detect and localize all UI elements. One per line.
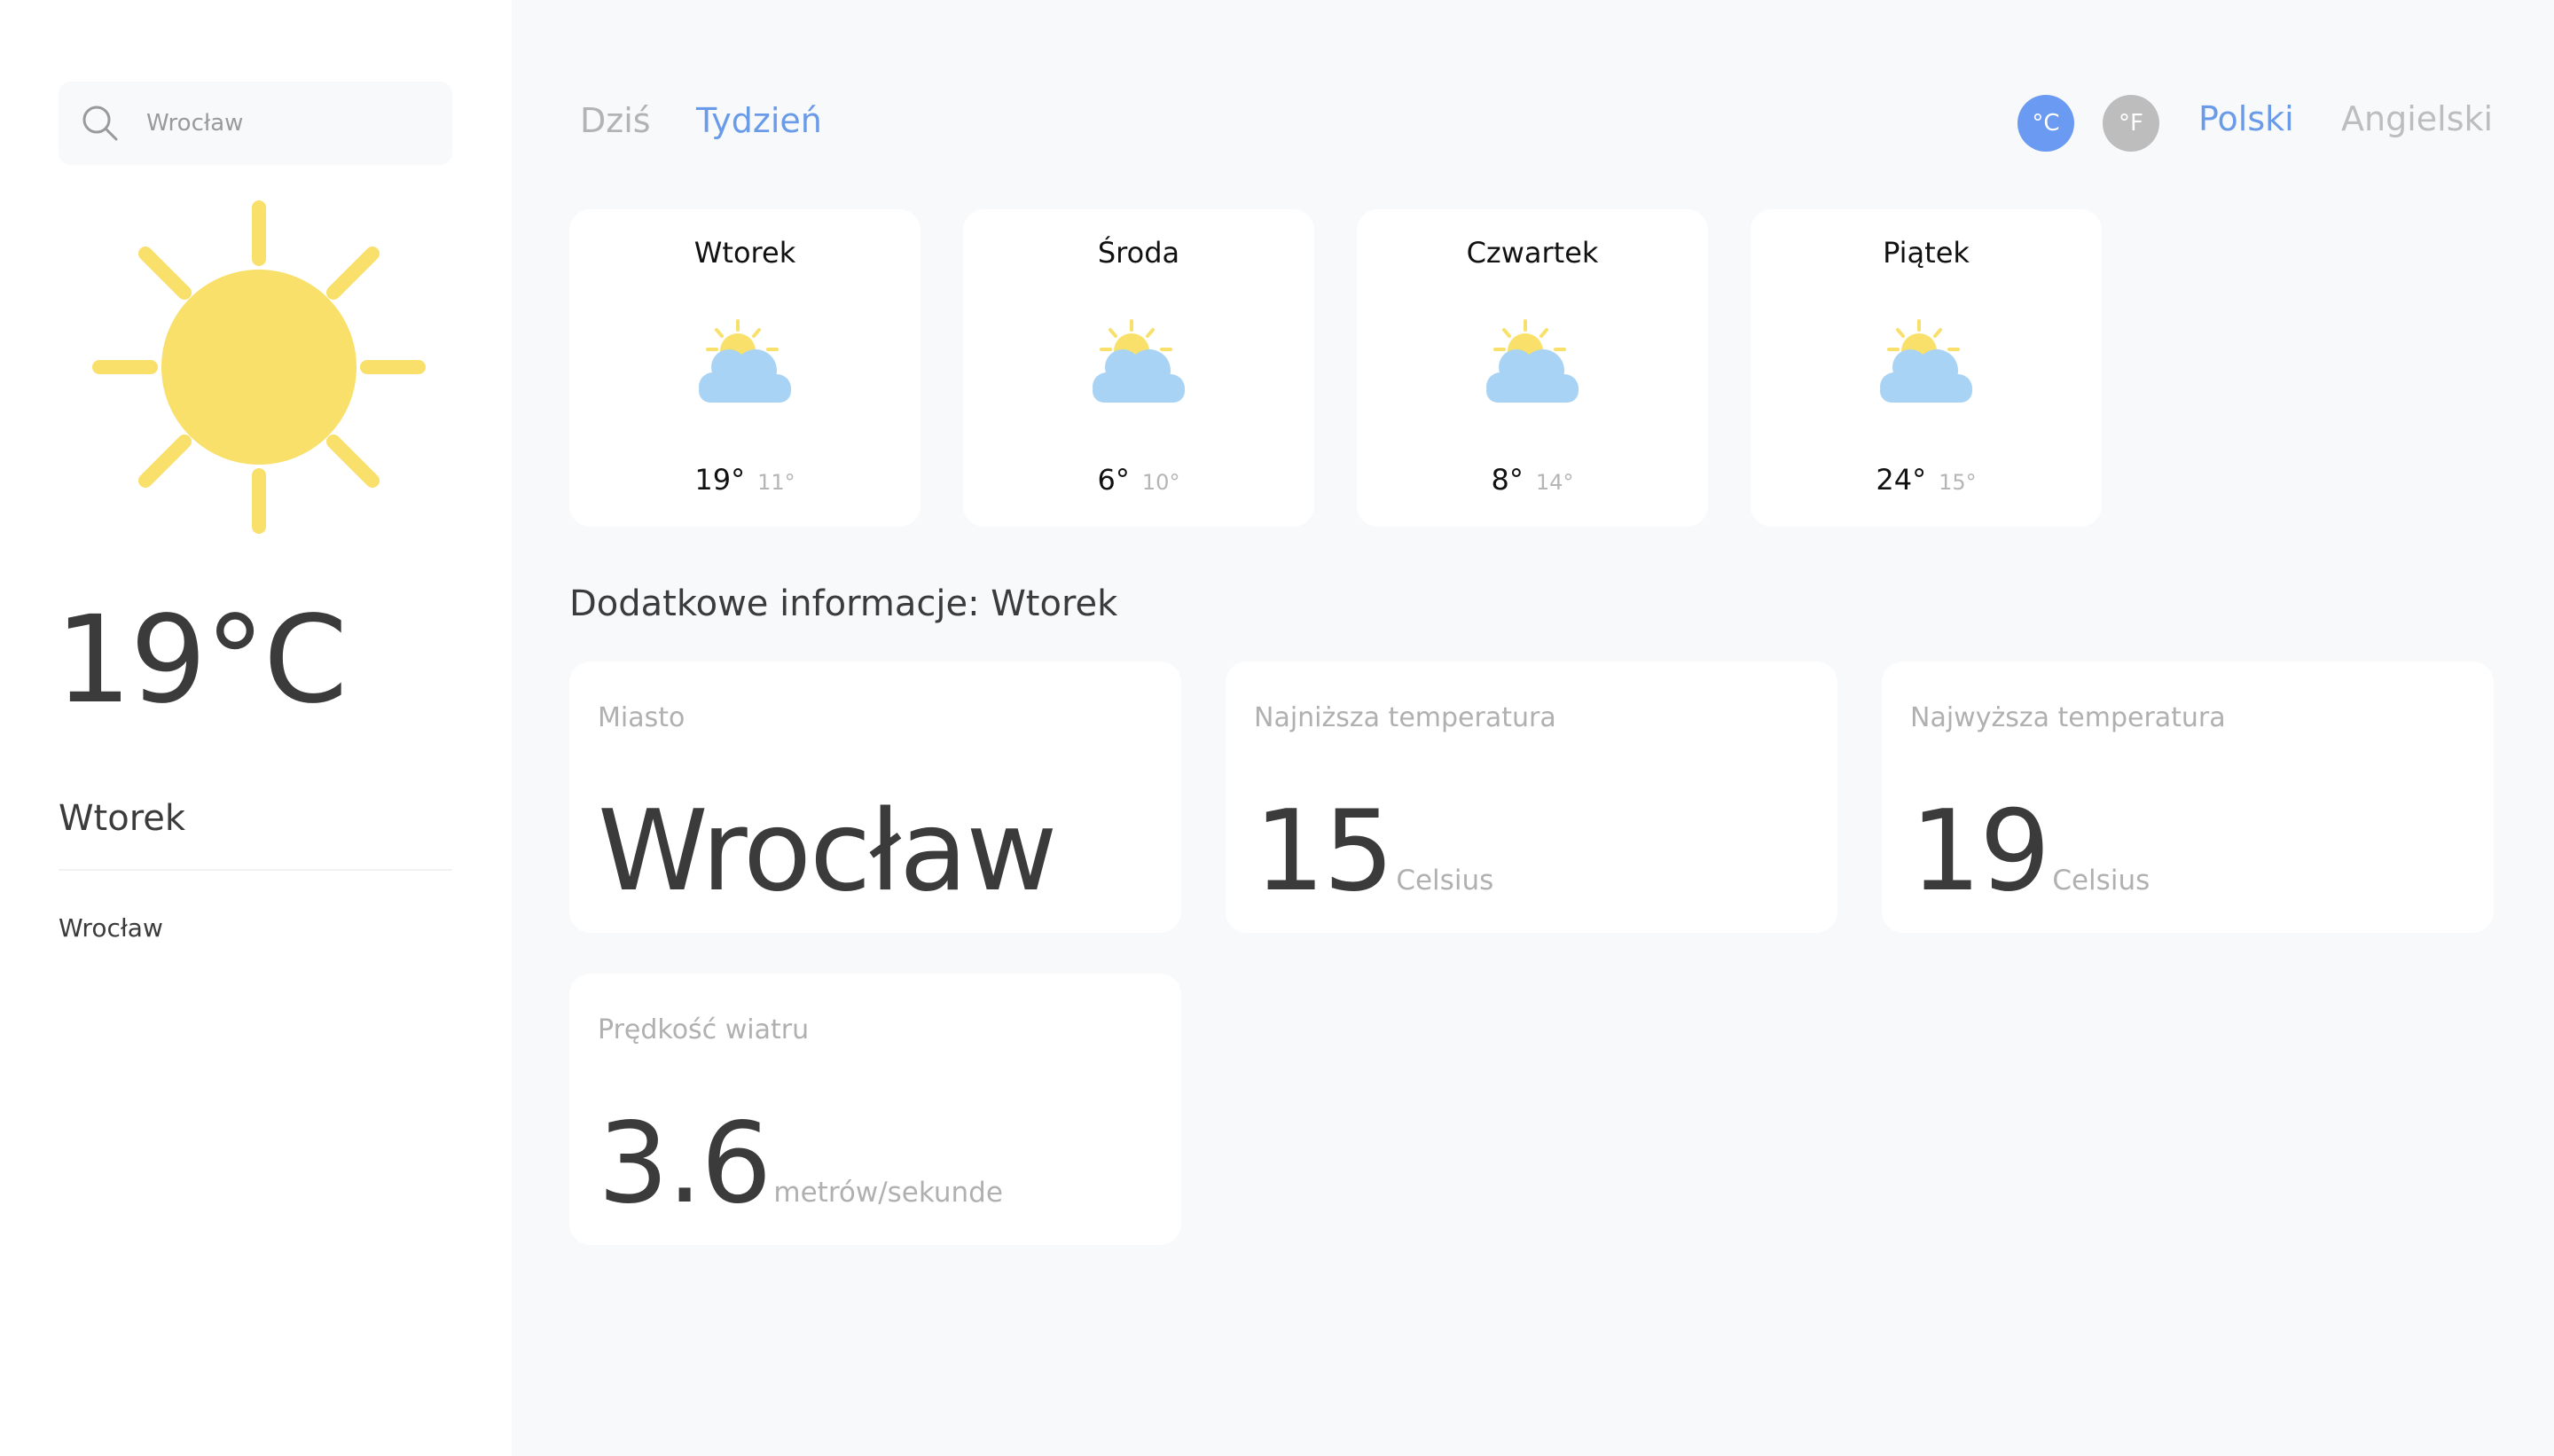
forecast-min: 10° <box>1141 470 1180 495</box>
max-temperature-unit: Celsius <box>2052 865 2151 896</box>
forecast-card-thursday[interactable]: Czwartek 8° 14° <box>1357 209 1708 527</box>
wind-speed-label: Prędkość wiatru <box>598 1014 810 1045</box>
forecast-min: 11° <box>757 470 795 495</box>
partly-cloudy-icon <box>1880 319 1972 403</box>
celsius-button[interactable]: °C <box>2017 95 2074 152</box>
forecast-temps: 19° 11° <box>569 463 921 497</box>
forecast-day: Piątek <box>1883 236 1970 270</box>
sun-icon <box>92 200 426 534</box>
wind-speed-value-wrap: 3.6 metrów/sekunde <box>598 1101 1003 1255</box>
forecast-day: Środa <box>1097 236 1180 270</box>
partly-cloudy-icon <box>1093 319 1185 403</box>
city-card: Miasto Wrocław <box>569 661 1181 933</box>
max-temperature-value: 19 <box>1910 786 2050 916</box>
fahrenheit-button[interactable]: °F <box>2103 95 2159 152</box>
min-temperature-unit: Celsius <box>1396 865 1494 896</box>
max-temperature-value-wrap: 19 Celsius <box>1910 789 2150 943</box>
forecast-day: Czwartek <box>1466 236 1599 270</box>
search-icon <box>82 106 118 141</box>
tab-today[interactable]: Dziś <box>580 101 651 140</box>
wind-speed-value: 3.6 <box>598 1098 772 1228</box>
forecast-max: 6° <box>1097 463 1130 497</box>
forecast-card-friday[interactable]: Piątek 24° 15° <box>1751 209 2102 527</box>
min-temperature-value-wrap: 15 Celsius <box>1254 789 1493 943</box>
wind-speed-card: Prędkość wiatru 3.6 metrów/sekunde <box>569 974 1181 1245</box>
min-temperature-label: Najniższa temperatura <box>1254 702 1556 733</box>
max-temperature-card: Najwyższa temperatura 19 Celsius <box>1882 661 2494 933</box>
current-city: Wrocław <box>59 913 163 943</box>
min-temperature-card: Najniższa temperatura 15 Celsius <box>1226 661 1837 933</box>
divider <box>59 869 452 871</box>
forecast-temps: 8° 14° <box>1357 463 1708 497</box>
forecast-card-wednesday[interactable]: Środa 6° 10° <box>963 209 1314 527</box>
language-polish[interactable]: Polski <box>2198 99 2294 138</box>
forecast-min: 15° <box>1939 470 1977 495</box>
search-box[interactable]: Wrocław <box>59 82 452 165</box>
partly-cloudy-icon <box>699 319 791 403</box>
min-temperature-value: 15 <box>1254 786 1394 916</box>
forecast-day: Wtorek <box>693 236 796 270</box>
city-value: Wrocław <box>598 786 1057 916</box>
forecast-max: 8° <box>1491 463 1524 497</box>
details-title: Dodatkowe informacje: Wtorek <box>569 583 1118 624</box>
city-label: Miasto <box>598 702 686 733</box>
current-day: Wtorek <box>59 798 186 839</box>
partly-cloudy-icon <box>1486 319 1579 403</box>
forecast-max: 19° <box>694 463 746 497</box>
forecast-card-tuesday[interactable]: Wtorek 19° 11° <box>569 209 921 527</box>
wind-speed-unit: metrów/sekunde <box>773 1177 1003 1209</box>
forecast-max: 24° <box>1876 463 1927 497</box>
forecast-temps: 24° 15° <box>1751 463 2102 497</box>
sidebar: Wrocław 19°C Wtorek Wrocław <box>0 0 512 1456</box>
search-input[interactable]: Wrocław <box>146 82 243 165</box>
current-temperature: 19°C <box>55 591 348 731</box>
max-temperature-label: Najwyższa temperatura <box>1910 702 2226 733</box>
forecast-min: 14° <box>1535 470 1574 495</box>
tab-week[interactable]: Tydzień <box>696 101 822 140</box>
forecast-temps: 6° 10° <box>963 463 1314 497</box>
language-english[interactable]: Angielski <box>2341 99 2493 138</box>
